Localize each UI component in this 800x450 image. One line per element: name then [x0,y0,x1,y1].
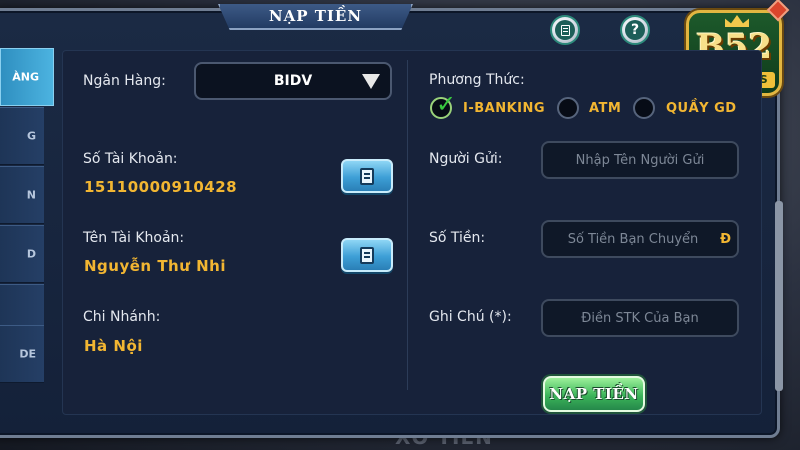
account-number-value: 15110000910428 [84,178,238,196]
copy-icon [360,167,374,185]
sidebar-tab-6[interactable]: DE [0,325,44,383]
panel-divider [407,60,408,390]
sidebar-tab-2[interactable]: G [0,107,44,165]
help-button[interactable]: ? [620,15,650,45]
account-number-label: Số Tài Khoản: [83,151,178,167]
amount-label: Số Tiền: [429,230,486,246]
account-name-value: Nguyễn Thư Nhi [84,257,227,275]
sidebar-tab-label: ÀNG [12,70,39,84]
submit-deposit-button[interactable]: NẠP TIỀN [543,376,645,412]
crown-icon [725,15,749,27]
radio-atm[interactable] [557,97,579,119]
radio-atm-label[interactable]: ATM [589,101,621,116]
sidebar-tab-bank[interactable]: ÀNG [0,48,54,106]
note-input[interactable]: Điền STK Của Bạn [541,299,739,337]
sender-input[interactable]: Nhập Tên Người Gửi [541,141,739,179]
dropdown-arrow-icon [362,74,380,89]
method-label: Phương Thức: [429,72,525,88]
submit-label: NẠP TIỀN [549,385,639,403]
history-button[interactable] [550,15,580,45]
check-icon: ✓ [436,90,457,118]
sidebar-tab-label: G [26,129,36,143]
help-icon: ? [625,20,645,40]
dialog-title: NẠP TIỀN [268,7,363,25]
radio-counter[interactable] [633,97,655,119]
note-label: Ghi Chú (*): [429,309,512,325]
bank-label: Ngân Hàng: [83,73,166,89]
sidebar-tab-3[interactable]: N [0,166,44,224]
sidebar-tab-label: N [26,188,36,202]
note-placeholder: Điền STK Của Bạn [581,310,699,326]
copy-account-number-button[interactable] [341,159,393,193]
sender-label: Người Gửi: [429,151,503,167]
document-icon [555,20,575,40]
radio-counter-label[interactable]: QUẦY GD [666,101,737,116]
branch-label: Chi Nhánh: [83,309,161,325]
radio-ibanking-label[interactable]: I-BANKING [463,101,545,116]
amount-input[interactable]: Số Tiền Bạn Chuyển Đ [541,220,739,258]
sidebar-tab-label: DE [19,347,36,361]
sidebar-tab-label: D [26,247,36,261]
amount-placeholder: Số Tiền Bạn Chuyển [567,231,699,247]
branch-value: Hà Nội [84,337,143,355]
bank-select-value: BIDV [273,73,313,89]
sidebar-tab-4[interactable]: D [0,225,44,283]
bank-select[interactable]: BIDV [194,62,392,100]
copy-account-name-button[interactable] [341,238,393,272]
dialog-title-tab: NẠP TIỀN [218,4,413,30]
copy-icon [360,246,374,264]
currency-symbol: Đ [720,231,731,247]
account-name-label: Tên Tài Khoản: [83,230,185,246]
sender-placeholder: Nhập Tên Người Gửi [575,152,705,168]
